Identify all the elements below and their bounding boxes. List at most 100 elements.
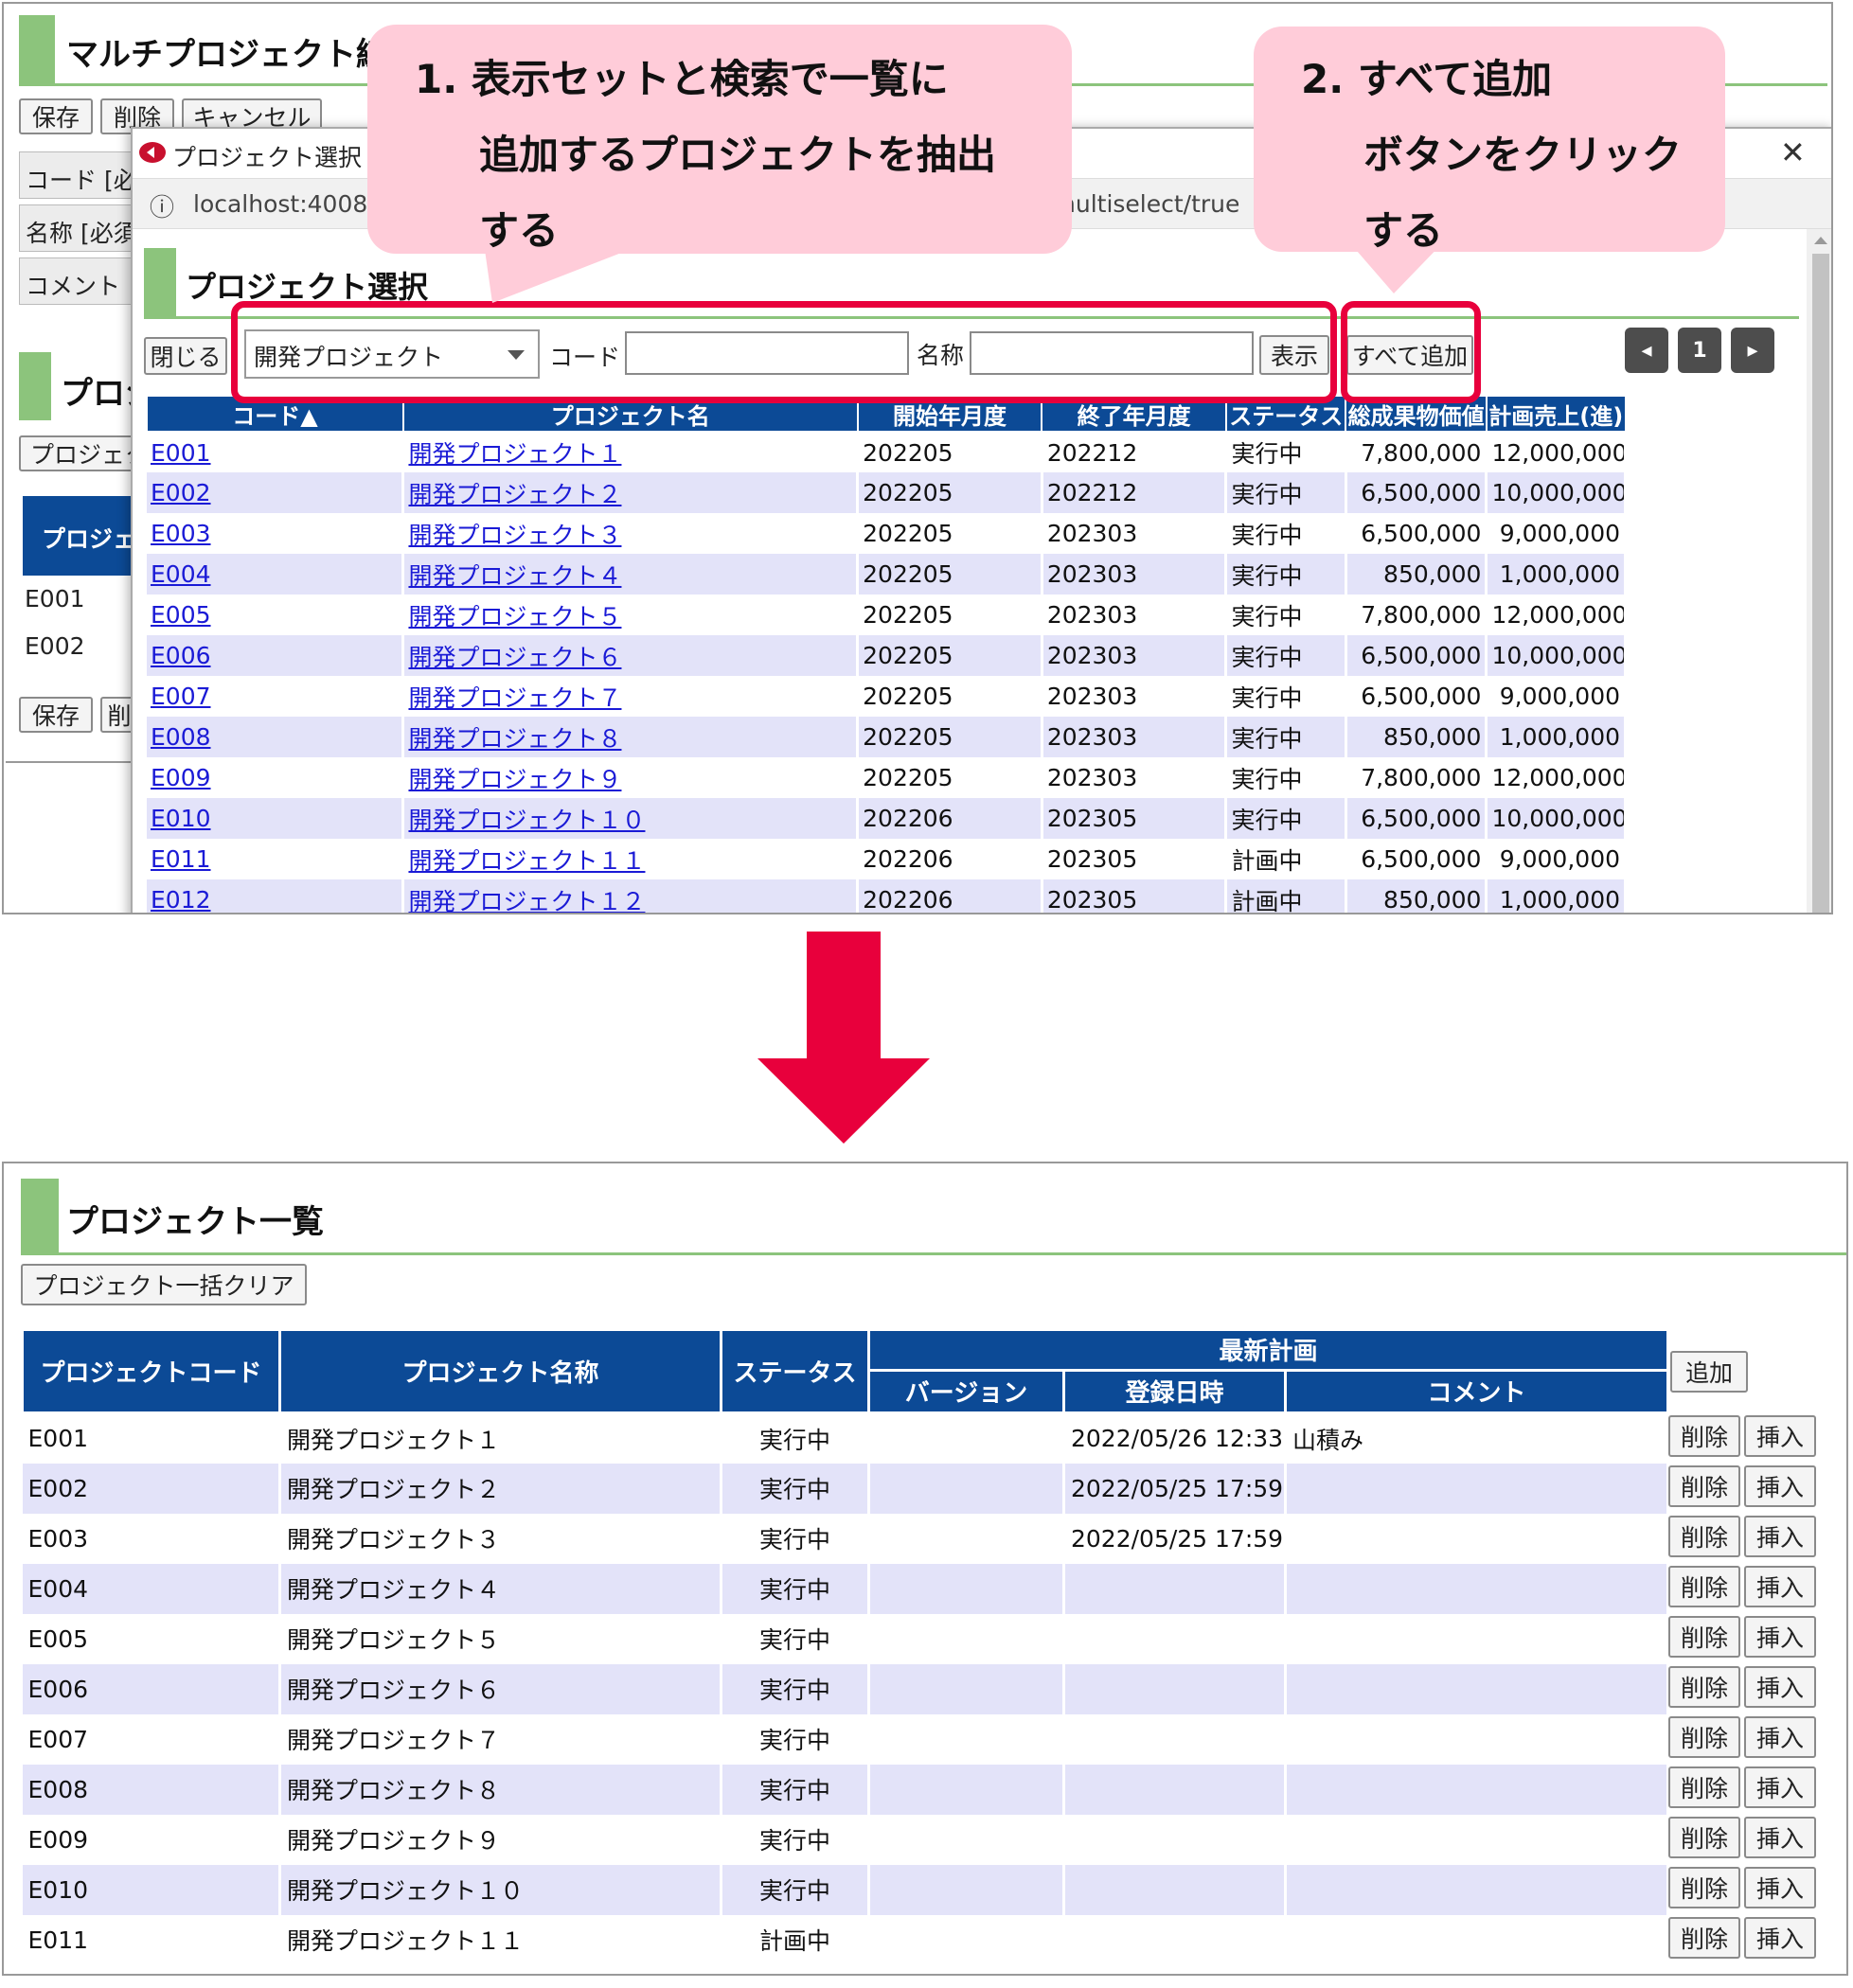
row-delete-button[interactable]: 削除 [1668,1867,1740,1908]
row-delete-button[interactable]: 削除 [1668,1917,1740,1959]
row-delete-button[interactable]: 削除 [1668,1415,1740,1457]
planned-sales: 12,000,000 [1486,595,1627,635]
table-row: E002 開発プロジェクト２ 202205 202212 実行中 6,500,000 10,… [147,472,1627,513]
status: 実行中 [1225,554,1347,595]
project-name: 開発プロジェクト６ [279,1663,722,1714]
project-clear-button[interactable]: プロジェク [19,435,142,471]
start-month: 202205 [857,717,1043,757]
col-header-status: ステータス [720,1328,870,1414]
project-name-link[interactable]: 開発プロジェクト１１ [402,839,860,879]
project-code-link[interactable]: E004 [147,554,405,595]
project-name-link[interactable]: 開発プロジェクト１０ [402,798,860,839]
pager-next-icon[interactable]: ▸ [1731,328,1774,373]
row-insert-button[interactable]: 挿入 [1744,1766,1816,1808]
project-name-link[interactable]: 開発プロジェクト５ [402,595,860,635]
row-delete-button[interactable]: 削除 [1668,1817,1740,1858]
status: 実行中 [1225,513,1347,554]
planned-sales: 12,000,000 [1486,757,1627,798]
row-delete-button[interactable]: 削除 [1668,1716,1740,1758]
project-name-link[interactable]: 開発プロジェクト７ [402,676,860,717]
scrollbar[interactable] [1807,229,1831,913]
project-code: E011 [22,1914,281,1965]
project-code: E003 [22,1513,281,1564]
row-insert-button[interactable]: 挿入 [1744,1666,1816,1708]
version [868,1463,1065,1514]
status: 実行中 [721,1814,870,1865]
project-code-link[interactable]: E006 [147,635,405,676]
row-delete-button[interactable]: 削除 [1668,1666,1740,1708]
project-name-link[interactable]: 開発プロジェクト２ [402,472,860,513]
project-code-link[interactable]: E010 [147,798,405,839]
row-insert-button[interactable]: 挿入 [1744,1917,1816,1959]
row-delete-button[interactable]: 削除 [1668,1566,1740,1607]
url-text-tail[interactable]: nultiselect/true [1060,190,1239,218]
project-code: E002 [22,1463,281,1514]
project-code-link[interactable]: E007 [147,676,405,717]
add-row-button[interactable]: 追加 [1670,1351,1748,1393]
project-name-link[interactable]: 開発プロジェクト８ [402,717,860,757]
start-month: 202205 [857,595,1043,635]
url-text[interactable]: localhost:40080 [193,190,383,218]
row-insert-button[interactable]: 挿入 [1744,1566,1816,1607]
code-field-label: コード [必 [26,167,137,194]
registered-at [1063,1563,1287,1614]
callout-step-1-line2: 追加するプロジェクトを抽出 [479,132,997,178]
form-field-comment: コメント [19,257,142,305]
scroll-up-icon[interactable] [1814,237,1827,244]
pager-prev-icon[interactable]: ◂ [1625,328,1668,373]
row-insert-button[interactable]: 挿入 [1744,1817,1816,1858]
project-code-link[interactable]: E002 [147,472,405,513]
close-button[interactable]: 閉じる [144,337,227,375]
row-delete-button[interactable]: 削除 [1668,1616,1740,1658]
project-name-link[interactable]: 開発プロジェクト６ [402,635,860,676]
pager-page-1[interactable]: 1 [1678,328,1721,373]
project-name: 開発プロジェクト１０ [279,1864,722,1915]
project-code-link[interactable]: E003 [147,513,405,554]
end-month: 202212 [1042,432,1228,472]
project-name-link[interactable]: 開発プロジェクト４ [402,554,860,595]
project-code-link[interactable]: E001 [147,432,405,472]
col-header[interactable]: 計画売上(進) [1485,395,1627,433]
info-icon[interactable]: ⓘ [150,188,174,223]
comment [1285,1814,1669,1865]
total-value: 6,500,000 [1345,676,1488,717]
col-header-version: バージョン [867,1368,1065,1415]
save-button[interactable]: 保存 [19,98,93,134]
version [868,1864,1065,1915]
add-all-highlight-box [1341,301,1481,403]
registered-at: 2022/05/25 17:59 [1063,1463,1287,1514]
project-code: E004 [22,1563,281,1614]
row-insert-button[interactable]: 挿入 [1744,1867,1816,1908]
project-name-link[interactable]: 開発プロジェクト９ [402,757,860,798]
project-code-link[interactable]: E005 [147,595,405,635]
project-code-link[interactable]: E008 [147,717,405,757]
save-button-bottom[interactable]: 保存 [19,697,93,733]
row-insert-button[interactable]: 挿入 [1744,1415,1816,1457]
planned-sales: 9,000,000 [1486,513,1627,554]
name-field-label: 名称 [必須 [26,220,137,247]
close-icon[interactable]: ✕ [1780,134,1806,170]
project-name-link[interactable]: 開発プロジェクト３ [402,513,860,554]
comment [1285,1613,1669,1664]
row-delete-button[interactable]: 削除 [1668,1465,1740,1507]
row-insert-button[interactable]: 挿入 [1744,1465,1816,1507]
project-code-link[interactable]: E011 [147,839,405,879]
callout-step-2-line3: する [1363,207,1444,254]
row-insert-button[interactable]: 挿入 [1744,1516,1816,1557]
table-row: E010 開発プロジェクト１０ 実行中 [22,1864,1669,1915]
project-code-link[interactable]: E009 [147,757,405,798]
row-insert-button[interactable]: 挿入 [1744,1616,1816,1658]
table-row: E010 開発プロジェクト１０ 202206 202305 実行中 6,500,000 10… [147,798,1627,839]
row-delete-button[interactable]: 削除 [1668,1516,1740,1557]
project-clear-button[interactable]: プロジェクト一括クリア [21,1264,307,1305]
scrollbar-thumb[interactable] [1812,254,1829,913]
project-name-link[interactable]: 開発プロジェクト１２ [402,879,860,913]
project-code-link[interactable]: E012 [147,879,405,913]
total-value: 7,800,000 [1345,432,1488,472]
row-insert-button[interactable]: 挿入 [1744,1716,1816,1758]
table-row: E007 開発プロジェクト７ 実行中 [22,1713,1669,1765]
project-code: E001 [22,1412,281,1464]
planned-sales: 12,000,000 [1486,432,1627,472]
row-delete-button[interactable]: 削除 [1668,1766,1740,1808]
project-name-link[interactable]: 開発プロジェクト１ [402,432,860,472]
